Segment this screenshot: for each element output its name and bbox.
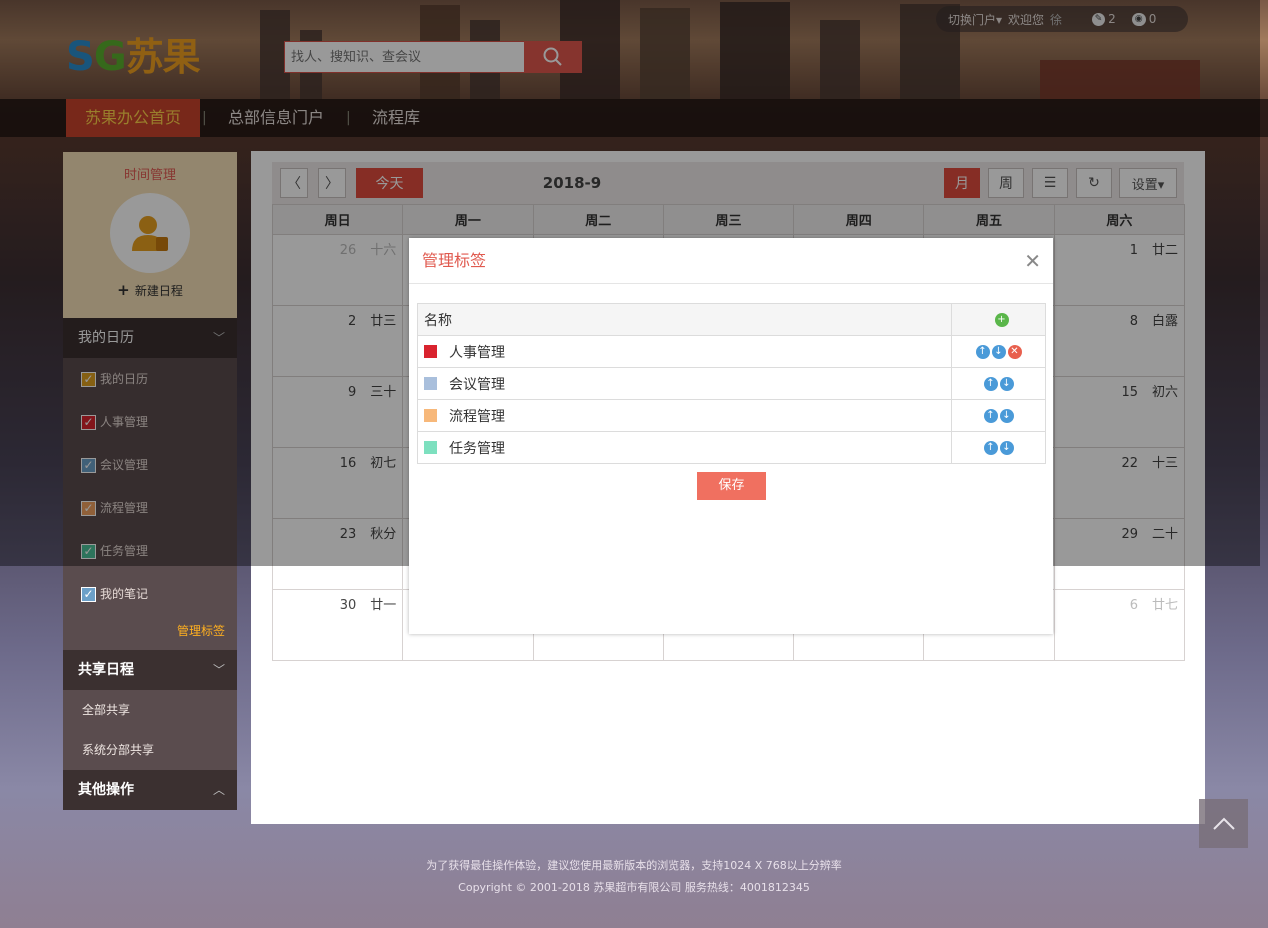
other-operations-header[interactable]: 其他操作 ︿ (63, 770, 237, 810)
tag-ops-cell: ↑ ↓ (951, 431, 1046, 464)
tag-row: 会议管理 ↑ ↓ (417, 367, 1046, 400)
manage-tags-dialog: 管理标签 ✕ 名称 + 人事管理 ↑ ↓ ✕ 会议管理 ↑ ↓ 流程管理 ↑ ↓ 任务管理 ↑ ↓ 保存 (409, 238, 1053, 634)
move-up-icon[interactable]: ↑ (975, 344, 990, 359)
tag-row: 流程管理 ↑ ↓ (417, 399, 1046, 432)
shared-item-all[interactable]: 全部共享 (63, 690, 237, 730)
tag-rows: 人事管理 ↑ ↓ ✕ 会议管理 ↑ ↓ 流程管理 ↑ ↓ 任务管理 ↑ ↓ (417, 335, 1046, 464)
shared-calendar-list: 全部共享 系统分部共享 (63, 690, 237, 770)
lunar-date: 廿七 (1151, 598, 1178, 613)
day-number: 6 (1129, 598, 1138, 613)
back-to-top-button[interactable] (1199, 799, 1248, 848)
footer-copyright: Copyright © 2001-2018 苏果超市有限公司 服务热线：4001… (458, 881, 810, 894)
tag-name-cell: 会议管理 (417, 367, 952, 400)
tag-name-cell: 流程管理 (417, 399, 952, 432)
tag-name-cell: 人事管理 (417, 335, 952, 368)
move-down-icon[interactable]: ↓ (999, 376, 1014, 391)
lunar-date: 廿一 (370, 598, 397, 613)
move-down-icon[interactable]: ↓ (999, 408, 1014, 423)
day-number: 30 (339, 598, 357, 613)
tag-row: 任务管理 ↑ ↓ (417, 431, 1046, 464)
shared-item-branch[interactable]: 系统分部共享 (63, 730, 237, 770)
other-operations-title: 其他操作 (78, 782, 134, 798)
tag-name: 任务管理 (449, 440, 505, 457)
move-down-icon[interactable]: ↓ (999, 440, 1014, 455)
chevron-up-icon (1212, 817, 1235, 830)
move-up-icon[interactable]: ↑ (983, 408, 998, 423)
save-button[interactable]: 保存 (697, 472, 766, 500)
tag-table: 名称 + 人事管理 ↑ ↓ ✕ 会议管理 ↑ ↓ 流程管理 ↑ ↓ 任务管理 ↑ ↓ (417, 303, 1046, 464)
move-up-icon[interactable]: ↑ (983, 376, 998, 391)
tag-row: 人事管理 ↑ ↓ ✕ (417, 335, 1046, 368)
tag-color-swatch[interactable] (424, 408, 437, 422)
move-down-icon[interactable]: ↓ (991, 344, 1006, 359)
tag-color-swatch[interactable] (424, 440, 437, 454)
dialog-title: 管理标签 (422, 251, 487, 270)
manage-tags-link[interactable]: 管理标签 (63, 616, 237, 650)
tag-table-header: 名称 + (417, 303, 1046, 336)
calendar-item-label: 我的笔记 (100, 587, 149, 601)
checkbox[interactable]: ✓ (81, 587, 96, 602)
chevron-up-icon: ︿ (212, 783, 225, 797)
tag-color-swatch[interactable] (424, 376, 437, 390)
move-up-icon[interactable]: ↑ (983, 440, 998, 455)
day-cell[interactable]: 6 廿七 (1053, 589, 1186, 661)
col-name-header: 名称 (417, 303, 952, 336)
tag-name: 人事管理 (449, 344, 505, 361)
chevron-down-icon: ﹀ (212, 663, 225, 677)
dialog-header: 管理标签 ✕ (409, 238, 1053, 284)
shared-calendar-header[interactable]: 共享日程 ﹀ (63, 650, 237, 690)
shared-calendar-title: 共享日程 (78, 662, 134, 678)
close-icon[interactable]: ✕ (1024, 238, 1041, 284)
footer-browser-note: 为了获得最佳操作体验，建议您使用最新版本的浏览器，支持1024 X 768以上分… (426, 859, 842, 872)
calendar-item-notes[interactable]: ✓ 我的笔记 (63, 573, 237, 616)
day-cell[interactable]: 30 廿一 (271, 589, 404, 661)
tag-ops-cell: ↑ ↓ (951, 399, 1046, 432)
delete-icon[interactable]: ✕ (1007, 344, 1022, 359)
tag-name: 会议管理 (449, 376, 505, 393)
tag-name-cell: 任务管理 (417, 431, 952, 464)
tag-color-swatch[interactable] (424, 344, 437, 358)
tag-ops-cell: ↑ ↓ (951, 367, 1046, 400)
add-tag-cell: + (951, 303, 1046, 336)
tag-name: 流程管理 (449, 408, 505, 425)
add-icon[interactable]: + (994, 312, 1009, 327)
tag-ops-cell: ↑ ↓ ✕ (951, 335, 1046, 368)
